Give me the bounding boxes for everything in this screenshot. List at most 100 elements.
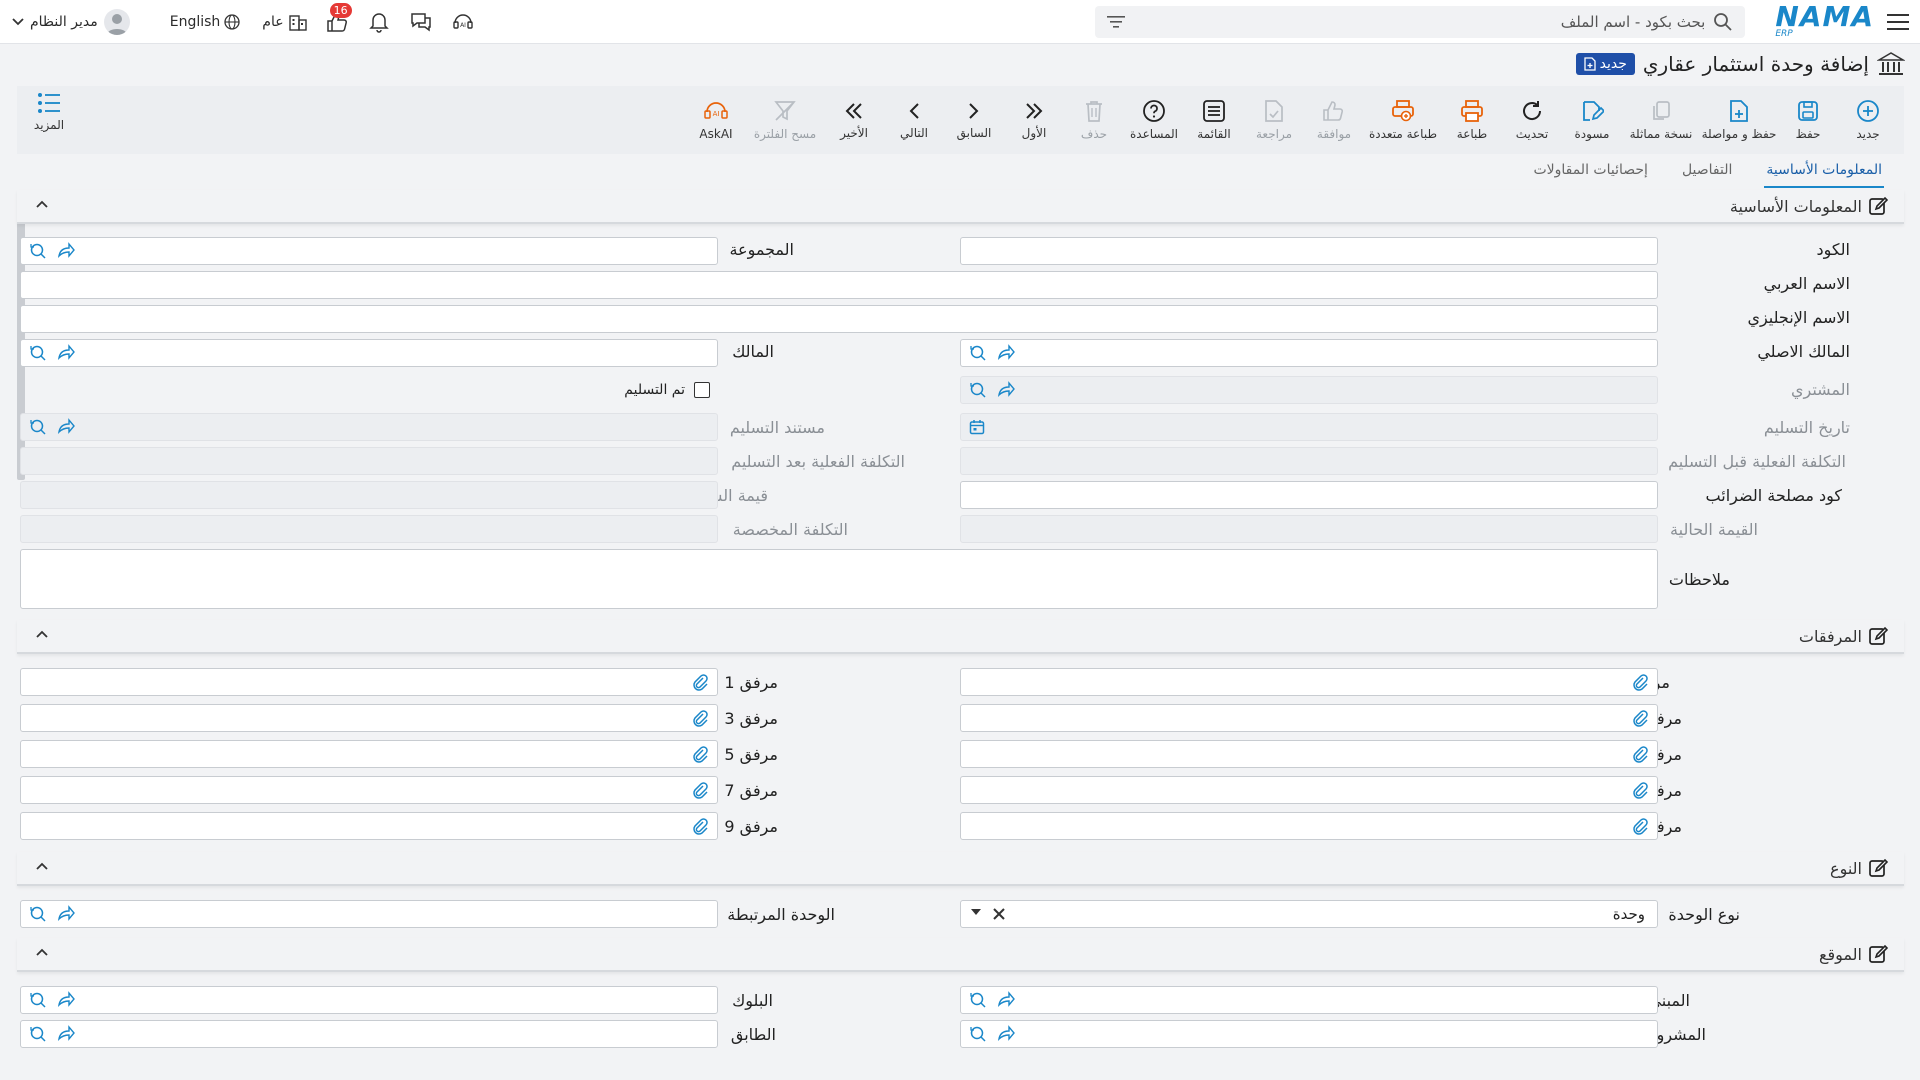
search-refresh-icon[interactable] xyxy=(969,381,987,399)
current-value-input[interactable] xyxy=(960,515,1658,543)
chevron-up-icon[interactable] xyxy=(35,629,49,639)
attachment-2-input[interactable] xyxy=(960,704,1658,732)
paperclip-icon[interactable] xyxy=(691,710,709,728)
paperclip-icon[interactable] xyxy=(691,818,709,836)
attachment-9-input[interactable] xyxy=(20,812,718,840)
search-refresh-icon[interactable] xyxy=(29,242,47,260)
tab-contracting-stats[interactable]: إحصائيات المقاولات xyxy=(1531,160,1650,188)
previous-record-button[interactable]: السابق xyxy=(944,90,1004,150)
share-arrow-icon[interactable] xyxy=(997,991,1015,1007)
paperclip-icon[interactable] xyxy=(1631,818,1649,836)
clear-filter-button[interactable]: مسح الفلترة xyxy=(746,90,824,150)
unit-type-select[interactable]: وحدة xyxy=(960,900,1658,928)
review-button[interactable]: مراجعة xyxy=(1244,90,1304,150)
paperclip-icon[interactable] xyxy=(691,746,709,764)
search-refresh-icon[interactable] xyxy=(29,418,47,436)
multi-print-button[interactable]: طباعة متعددة xyxy=(1364,90,1442,150)
user-menu[interactable]: مدير النظام xyxy=(12,9,130,35)
chevron-up-icon[interactable] xyxy=(35,947,49,957)
attachment-3-input[interactable] xyxy=(20,704,718,732)
section-location-header[interactable]: الموقع xyxy=(17,938,1904,972)
search-refresh-icon[interactable] xyxy=(29,991,47,1009)
askai-button[interactable]: AI AskAI xyxy=(686,90,746,150)
chevron-up-icon[interactable] xyxy=(35,199,49,209)
language-switch[interactable]: English xyxy=(170,14,241,30)
attachment-7-input[interactable] xyxy=(20,776,718,804)
group-lookup[interactable] xyxy=(20,237,718,265)
search-refresh-icon[interactable] xyxy=(969,991,987,1009)
share-arrow-icon[interactable] xyxy=(997,381,1015,397)
delivered-checkbox[interactable] xyxy=(694,382,710,398)
section-attachments-header[interactable]: المرفقات xyxy=(17,620,1904,654)
new-button[interactable]: جديد xyxy=(1838,90,1898,150)
tax-code-input[interactable] xyxy=(960,481,1658,509)
allocated-cost-input[interactable] xyxy=(20,515,718,543)
search-icon[interactable] xyxy=(1713,12,1733,32)
search-refresh-icon[interactable] xyxy=(969,344,987,362)
search-refresh-icon[interactable] xyxy=(29,905,47,923)
attachment-8-input[interactable] xyxy=(960,812,1658,840)
attachment-4-input[interactable] xyxy=(960,740,1658,768)
last-record-button[interactable]: الأخير xyxy=(824,90,884,150)
cost-after-input[interactable] xyxy=(20,447,718,475)
delete-button[interactable]: حذف xyxy=(1064,90,1124,150)
first-record-button[interactable]: الأول xyxy=(1004,90,1064,150)
approvals-button[interactable]: 16 xyxy=(324,3,352,35)
share-arrow-icon[interactable] xyxy=(57,418,75,434)
share-arrow-icon[interactable] xyxy=(57,344,75,360)
next-record-button[interactable]: التالي xyxy=(884,90,944,150)
share-arrow-icon[interactable] xyxy=(57,1025,75,1041)
save-button[interactable]: حفظ xyxy=(1778,90,1838,150)
draft-button[interactable]: مسودة xyxy=(1562,90,1622,150)
purchase-value-input[interactable] xyxy=(20,481,718,509)
branch-selector[interactable]: عام xyxy=(262,13,307,31)
duplicate-button[interactable]: نسخة مماثلة xyxy=(1622,90,1700,150)
section-type-header[interactable]: النوع xyxy=(17,852,1904,886)
chevron-up-icon[interactable] xyxy=(35,861,49,871)
paperclip-icon[interactable] xyxy=(1631,782,1649,800)
search-refresh-icon[interactable] xyxy=(969,1025,987,1043)
delivery-doc-lookup[interactable] xyxy=(20,413,718,441)
share-arrow-icon[interactable] xyxy=(57,242,75,258)
print-button[interactable]: طباعة xyxy=(1442,90,1502,150)
paperclip-icon[interactable] xyxy=(1631,674,1649,692)
block-lookup[interactable] xyxy=(20,986,718,1014)
arabic-name-input[interactable] xyxy=(20,271,1658,299)
menu-icon[interactable] xyxy=(1876,0,1920,44)
share-arrow-icon[interactable] xyxy=(997,344,1015,360)
notifications-button[interactable] xyxy=(366,9,392,35)
english-name-input[interactable] xyxy=(20,305,1658,333)
save-and-continue-button[interactable]: حفظ و مواصلة xyxy=(1700,90,1778,150)
tab-details[interactable]: التفاصيل xyxy=(1680,160,1734,188)
original-owner-lookup[interactable] xyxy=(960,339,1658,367)
floor-lookup[interactable] xyxy=(20,1020,718,1048)
linked-unit-lookup[interactable] xyxy=(20,900,718,928)
calendar-icon[interactable] xyxy=(969,419,985,435)
tab-basic-info[interactable]: المعلومات الأساسية xyxy=(1764,160,1884,188)
share-arrow-icon[interactable] xyxy=(57,991,75,1007)
logo[interactable]: NAMA ERP xyxy=(1775,3,1874,39)
building-lookup[interactable] xyxy=(960,986,1658,1014)
project-lookup[interactable] xyxy=(960,1020,1658,1048)
approve-button[interactable]: موافقة xyxy=(1304,90,1364,150)
refresh-button[interactable]: تحديث xyxy=(1502,90,1562,150)
search-refresh-icon[interactable] xyxy=(29,1025,47,1043)
owner-lookup[interactable] xyxy=(20,339,718,367)
share-arrow-icon[interactable] xyxy=(57,905,75,921)
buyer-lookup[interactable] xyxy=(960,376,1658,404)
attachment-input[interactable] xyxy=(960,668,1658,696)
ai-assistant-button[interactable]: AI xyxy=(450,9,476,35)
help-button[interactable]: المساعدة xyxy=(1124,90,1184,150)
notes-textarea[interactable] xyxy=(20,549,1658,609)
paperclip-icon[interactable] xyxy=(691,782,709,800)
cost-before-input[interactable] xyxy=(960,447,1658,475)
delivery-date-input[interactable] xyxy=(960,413,1658,441)
section-basic-info-header[interactable]: المعلومات الأساسية xyxy=(17,190,1904,224)
search-refresh-icon[interactable] xyxy=(29,344,47,362)
paperclip-icon[interactable] xyxy=(691,674,709,692)
attachment-1-input[interactable] xyxy=(20,668,718,696)
search-input[interactable] xyxy=(1125,12,1714,31)
share-arrow-icon[interactable] xyxy=(997,1025,1015,1041)
caret-down-icon[interactable] xyxy=(971,908,981,916)
clear-icon[interactable] xyxy=(993,908,1005,920)
